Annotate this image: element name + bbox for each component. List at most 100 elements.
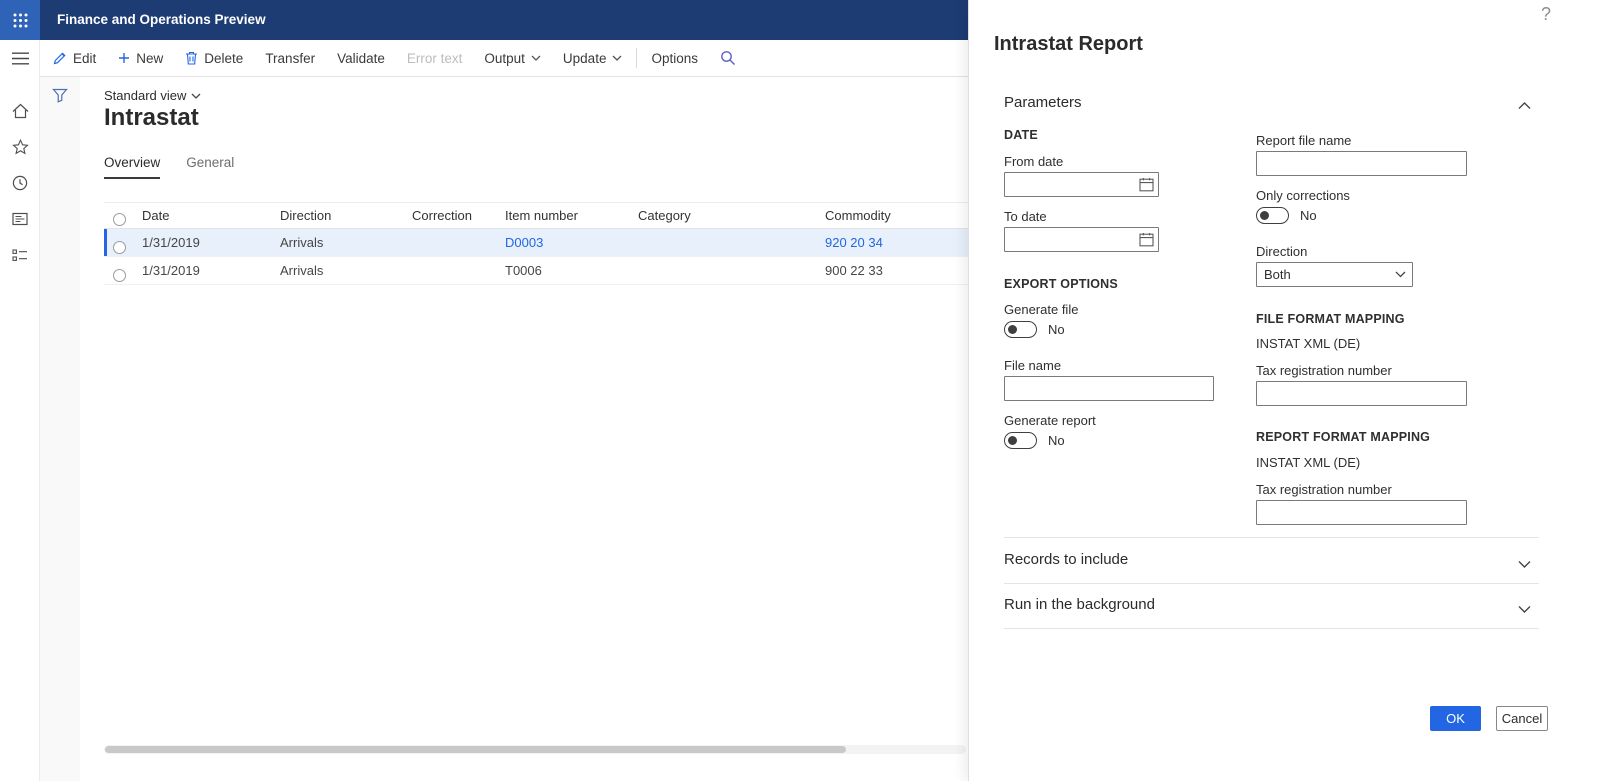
cell-commodity[interactable]: 900 22 33 — [825, 257, 883, 285]
dialog-title: Intrastat Report — [994, 33, 1143, 55]
validate-button[interactable]: Validate — [326, 40, 396, 76]
generate-file-label: Generate file — [1004, 302, 1079, 317]
from-date-input[interactable] — [1004, 172, 1159, 197]
file-name-field-wrap — [1004, 376, 1214, 401]
column-header-correction[interactable]: Correction — [412, 203, 472, 229]
table-row[interactable]: 1/31/2019 Arrivals D0003 920 20 34 — [104, 229, 968, 257]
generate-report-toggle[interactable] — [1004, 432, 1037, 449]
output-menu-button[interactable]: Output — [473, 40, 552, 76]
scrollbar-thumb[interactable] — [105, 746, 847, 753]
tab-general[interactable]: General — [186, 155, 234, 179]
update-menu-button[interactable]: Update — [552, 40, 634, 76]
item-number-link[interactable]: D0003 — [505, 229, 543, 257]
left-nav-rail — [0, 40, 40, 781]
new-button[interactable]: New — [107, 40, 174, 76]
chevron-down-icon — [1395, 271, 1406, 278]
expand-records-button[interactable] — [1518, 555, 1531, 573]
page-title: Intrastat — [104, 104, 199, 131]
file-tax-registration-field-wrap — [1256, 381, 1467, 406]
column-header-category[interactable]: Category — [638, 203, 691, 229]
table-row[interactable]: 1/31/2019 Arrivals T0006 900 22 33 — [104, 257, 968, 285]
chevron-down-icon — [531, 55, 541, 61]
edit-button[interactable]: Edit — [42, 40, 107, 76]
error-text-button-label: Error text — [406, 50, 463, 66]
app-title[interactable]: Finance and Operations Preview — [57, 0, 266, 40]
nav-home-button[interactable] — [0, 93, 40, 129]
generate-file-value: No — [1048, 322, 1065, 337]
file-name-input[interactable] — [1004, 376, 1214, 401]
row-checkbox[interactable] — [113, 240, 126, 254]
report-tax-registration-input[interactable] — [1256, 500, 1467, 525]
waffle-menu-button[interactable] — [0, 0, 40, 40]
help-icon[interactable]: ? — [1541, 4, 1551, 25]
report-tax-registration-field-wrap — [1256, 500, 1467, 525]
edit-button-label: Edit — [73, 50, 97, 66]
transfer-button-label: Transfer — [265, 50, 316, 66]
row-checkbox[interactable] — [113, 268, 126, 282]
filter-pane-strip — [40, 77, 80, 781]
chevron-down-icon — [191, 93, 201, 99]
ok-button[interactable]: OK — [1430, 706, 1481, 731]
chevron-down-icon — [1518, 561, 1531, 568]
validate-button-label: Validate — [337, 50, 385, 66]
section-run-in-background[interactable]: Run in the background — [1004, 596, 1155, 613]
calendar-icon[interactable] — [1139, 177, 1154, 192]
from-date-label: From date — [1004, 154, 1064, 169]
toolbar-search-button[interactable] — [709, 40, 747, 76]
section-parameters[interactable]: Parameters — [1004, 94, 1082, 111]
chevron-down-icon — [1518, 606, 1531, 613]
column-header-date[interactable]: Date — [142, 203, 169, 229]
view-selector-label: Standard view — [104, 88, 187, 103]
hamburger-icon — [11, 52, 29, 65]
search-icon — [721, 51, 735, 65]
collapse-parameters-button[interactable] — [1518, 97, 1531, 115]
file-tax-registration-input[interactable] — [1256, 381, 1467, 406]
file-name-label: File name — [1004, 358, 1062, 373]
column-header-direction[interactable]: Direction — [280, 203, 331, 229]
tab-overview[interactable]: Overview — [104, 155, 161, 179]
cell-date: 1/31/2019 — [142, 263, 200, 278]
direction-select-value: Both — [1264, 267, 1291, 282]
expand-run-background-button[interactable] — [1518, 600, 1531, 618]
nav-recent-button[interactable] — [0, 165, 40, 201]
output-menu-label: Output — [484, 50, 525, 66]
clock-icon — [12, 175, 28, 191]
section-divider — [1004, 628, 1539, 629]
only-corrections-toggle-row: No — [1256, 207, 1317, 224]
report-file-name-field-wrap — [1256, 151, 1467, 176]
nav-favorites-button[interactable] — [0, 129, 40, 165]
section-records-to-include[interactable]: Records to include — [1004, 551, 1128, 568]
filter-pane-button[interactable] — [40, 77, 80, 113]
select-all-checkbox[interactable] — [113, 212, 126, 226]
nav-modules-button[interactable] — [0, 237, 40, 273]
direction-select[interactable]: Both — [1256, 262, 1413, 287]
calendar-icon[interactable] — [1139, 232, 1154, 247]
only-corrections-toggle[interactable] — [1256, 207, 1289, 224]
star-icon — [11, 139, 29, 155]
file-tax-registration-label: Tax registration number — [1256, 363, 1392, 378]
cancel-button[interactable]: Cancel — [1496, 706, 1548, 731]
group-export-options-label: EXPORT OPTIONS — [1004, 277, 1118, 291]
waffle-icon — [13, 13, 27, 27]
column-header-commodity[interactable]: Commodity — [825, 203, 891, 229]
generate-file-toggle-row: No — [1004, 321, 1065, 338]
delete-button[interactable]: Delete — [174, 40, 254, 76]
hamburger-button[interactable] — [0, 40, 40, 77]
rail-spacer — [0, 77, 39, 93]
transfer-button[interactable]: Transfer — [254, 40, 326, 76]
report-file-name-input[interactable] — [1256, 151, 1467, 176]
commodity-link[interactable]: 920 20 34 — [825, 229, 883, 257]
list-icon — [12, 248, 27, 261]
parameters-left-column: DATE From date To date EXPORT OPTIONS Ge… — [1004, 120, 1216, 500]
view-selector[interactable]: Standard view — [104, 88, 201, 103]
options-button[interactable]: Options — [640, 40, 709, 76]
generate-file-toggle[interactable] — [1004, 321, 1037, 338]
column-header-item-number[interactable]: Item number — [505, 203, 578, 229]
cell-item-number[interactable]: T0006 — [505, 257, 542, 285]
to-date-input[interactable] — [1004, 227, 1159, 252]
toolbar-separator — [636, 48, 638, 68]
nav-workspaces-button[interactable] — [0, 201, 40, 237]
horizontal-scrollbar[interactable] — [104, 745, 966, 754]
report-tax-registration-label: Tax registration number — [1256, 482, 1392, 497]
generate-report-value: No — [1048, 433, 1065, 448]
